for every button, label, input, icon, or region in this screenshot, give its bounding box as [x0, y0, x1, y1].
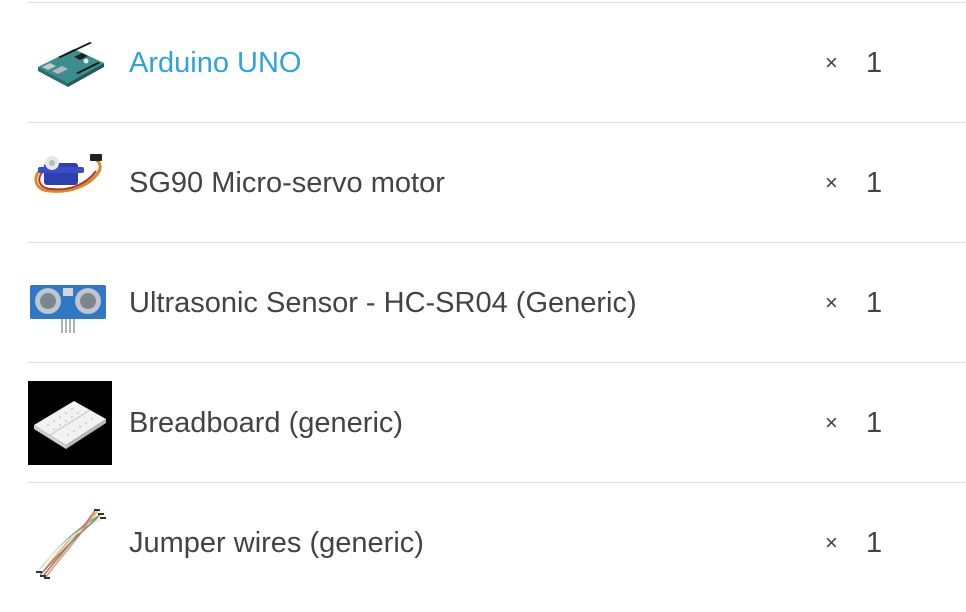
quantity: 1 [866, 47, 883, 79]
quantity: 1 [866, 407, 883, 439]
component-name: SG90 Micro-servo motor [129, 167, 445, 199]
component-list: Arduino UNO × 1 SG90 Micro-servo motor ×… [28, 2, 966, 603]
times-symbol: × [825, 50, 838, 75]
component-name: Breadboard (generic) [129, 407, 404, 439]
jumper-wires-icon [36, 508, 106, 579]
breadboard-icon [28, 381, 112, 465]
arduino-uno-board-icon [38, 42, 104, 87]
list-item: SG90 Micro-servo motor × 1 [28, 122, 966, 242]
ultrasonic-sensor-icon [30, 285, 106, 333]
list-item: Arduino UNO × 1 [28, 2, 966, 122]
list-item: Jumper wires (generic) × 1 [28, 482, 966, 603]
component-name-link[interactable]: Arduino UNO [129, 3, 301, 123]
quantity: 1 [866, 527, 883, 559]
component-name: Jumper wires (generic) [129, 527, 424, 559]
times-symbol: × [825, 410, 838, 435]
servo-motor-icon [34, 154, 102, 193]
quantity: 1 [866, 167, 883, 199]
times-symbol: × [825, 530, 838, 555]
times-symbol: × [825, 290, 838, 315]
quantity: 1 [866, 287, 883, 319]
times-symbol: × [825, 170, 838, 195]
list-item: Breadboard (generic) × 1 [28, 362, 966, 482]
list-item: Ultrasonic Sensor - HC-SR04 (Generic) × … [28, 242, 966, 362]
component-name: Ultrasonic Sensor - HC-SR04 (Generic) [129, 287, 637, 319]
